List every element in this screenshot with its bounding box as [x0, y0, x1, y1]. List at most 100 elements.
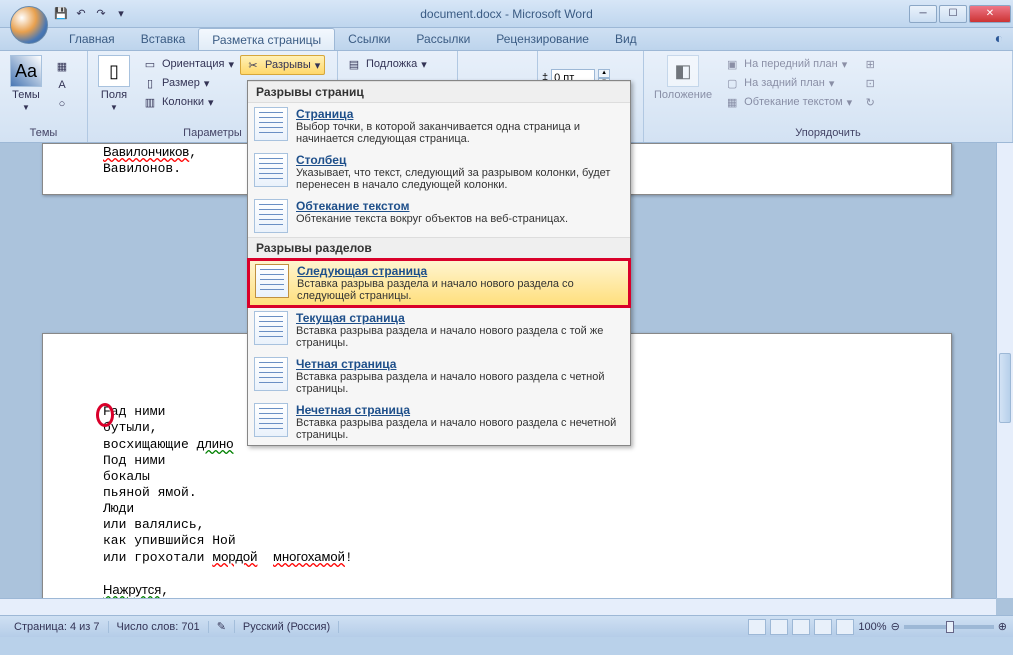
dd-item-continuous[interactable]: Текущая страницаВставка разрыва раздела … — [248, 307, 630, 353]
spin-up[interactable]: ▲ — [598, 69, 610, 78]
view-outline[interactable] — [814, 619, 832, 635]
themes-icon: Aa — [10, 55, 42, 87]
group-themes: Aa Темы ▼ ▦ A ○ Темы — [0, 51, 88, 142]
breaks-icon: ✂ — [245, 57, 261, 73]
scrollbar-thumb[interactable] — [999, 353, 1011, 423]
next-page-section-icon — [255, 264, 289, 298]
group-arrange: ◧ Положение ▣На передний план ▾ ▢На задн… — [644, 51, 1013, 142]
dd-item-even-page[interactable]: Четная страницаВставка разрыва раздела и… — [248, 353, 630, 399]
tab-view[interactable]: Вид — [602, 28, 650, 50]
rotate-icon: ↻ — [862, 94, 878, 110]
view-draft[interactable] — [836, 619, 854, 635]
breaks-dropdown: Разрывы страниц СтраницаВыбор точки, в к… — [247, 80, 631, 446]
dd-item-next-page[interactable]: Следующая страницаВставка разрыва раздел… — [247, 258, 631, 308]
undo-icon[interactable]: ↶ — [72, 5, 90, 23]
status-proofing[interactable]: ✎ — [209, 620, 235, 633]
dd-section-section-breaks: Разрывы разделов — [248, 237, 630, 259]
minimize-button[interactable]: ─ — [909, 5, 937, 23]
colors-icon: ▦ — [54, 58, 70, 74]
quick-access-toolbar: 💾 ↶ ↷ ▾ — [52, 5, 130, 23]
text-wrap-break-icon — [254, 199, 288, 233]
dd-section-page-breaks: Разрывы страниц — [248, 81, 630, 103]
theme-effects-button[interactable]: ○ — [50, 95, 74, 113]
rotate-button: ↻ — [858, 93, 882, 111]
dd-item-text-wrapping[interactable]: Обтекание текстомОбтекание текста вокруг… — [248, 195, 630, 237]
bring-front-button: ▣На передний план ▾ — [720, 55, 856, 73]
save-icon[interactable]: 💾 — [52, 5, 70, 23]
maximize-button[interactable]: ☐ — [939, 5, 967, 23]
orientation-button[interactable]: ▭Ориентация ▾ — [138, 55, 238, 73]
group-label-arrange: Упорядочить — [648, 126, 1008, 140]
tab-insert[interactable]: Вставка — [128, 28, 199, 50]
theme-fonts-button[interactable]: A — [50, 76, 74, 94]
group-label-themes: Темы — [4, 126, 83, 140]
ribbon-tabs: Главная Вставка Разметка страницы Ссылки… — [0, 28, 1013, 51]
tab-mailings[interactable]: Рассылки — [403, 28, 483, 50]
watermark-icon: ▤ — [346, 56, 362, 72]
column-break-icon — [254, 153, 288, 187]
margins-button[interactable]: ▯ Поля ▼ — [92, 53, 136, 114]
themes-button[interactable]: Aa Темы ▼ — [4, 53, 48, 114]
tab-home[interactable]: Главная — [56, 28, 128, 50]
status-bar: Страница: 4 из 7 Число слов: 701 ✎ Русск… — [0, 615, 1013, 637]
window-controls: ─ ☐ ✕ — [909, 5, 1013, 23]
dd-item-column[interactable]: СтолбецУказывает, что текст, следующий з… — [248, 149, 630, 195]
text-wrap-icon: ▦ — [724, 94, 740, 110]
status-page[interactable]: Страница: 4 из 7 — [6, 621, 109, 633]
zoom-out-button[interactable]: ⊖ — [891, 620, 900, 633]
text-wrap-button: ▦Обтекание текстом ▾ — [720, 93, 856, 111]
view-full-screen[interactable] — [770, 619, 788, 635]
odd-page-section-icon — [254, 403, 288, 437]
vertical-scrollbar[interactable] — [996, 143, 1013, 598]
continuous-section-icon — [254, 311, 288, 345]
themes-label: Темы — [12, 89, 40, 101]
title-bar: 💾 ↶ ↷ ▾ document.docx - Microsoft Word ─… — [0, 0, 1013, 28]
columns-icon: ▥ — [142, 94, 158, 110]
size-button[interactable]: ▯Размер ▾ — [138, 74, 238, 92]
effects-icon: ○ — [54, 96, 70, 112]
position-icon: ◧ — [667, 55, 699, 87]
chevron-down-icon: ▼ — [110, 103, 118, 112]
align-icon: ⊞ — [862, 56, 878, 72]
breaks-button[interactable]: ✂Разрывы ▾ — [240, 55, 325, 75]
zoom-thumb[interactable] — [946, 621, 954, 633]
align-button: ⊞ — [858, 55, 882, 73]
close-button[interactable]: ✕ — [969, 5, 1011, 23]
even-page-section-icon — [254, 357, 288, 391]
size-icon: ▯ — [142, 75, 158, 91]
qat-dropdown-icon[interactable]: ▾ — [112, 5, 130, 23]
send-back-button: ▢На задний план ▾ — [720, 74, 856, 92]
tab-review[interactable]: Рецензирование — [483, 28, 602, 50]
page-break-icon — [254, 107, 288, 141]
redo-icon[interactable]: ↷ — [92, 5, 110, 23]
group-objs-button: ⊡ — [858, 74, 882, 92]
window-title: document.docx - Microsoft Word — [420, 7, 593, 21]
position-button[interactable]: ◧ Положение — [648, 53, 718, 103]
columns-button[interactable]: ▥Колонки ▾ — [138, 93, 238, 111]
cursor-highlight — [96, 403, 114, 427]
theme-colors-button[interactable]: ▦ — [50, 57, 74, 75]
zoom-in-button[interactable]: ⊕ — [998, 620, 1007, 633]
view-web-layout[interactable] — [792, 619, 810, 635]
zoom-slider[interactable] — [904, 625, 994, 629]
margins-icon: ▯ — [98, 55, 130, 87]
tab-page-layout[interactable]: Разметка страницы — [198, 28, 335, 50]
status-word-count[interactable]: Число слов: 701 — [109, 621, 209, 633]
orientation-icon: ▭ — [142, 56, 158, 72]
dd-item-odd-page[interactable]: Нечетная страницаВставка разрыва раздела… — [248, 399, 630, 445]
horizontal-scrollbar[interactable] — [0, 598, 996, 615]
fonts-icon: A — [54, 77, 70, 93]
bring-front-icon: ▣ — [724, 56, 740, 72]
dd-item-page[interactable]: СтраницаВыбор точки, в которой заканчива… — [248, 103, 630, 149]
zoom-level[interactable]: 100% — [858, 621, 886, 633]
margins-label: Поля — [101, 89, 127, 101]
office-button[interactable] — [10, 6, 48, 44]
position-label: Положение — [654, 89, 712, 101]
group-icon: ⊡ — [862, 75, 878, 91]
send-back-icon: ▢ — [724, 75, 740, 91]
watermark-button[interactable]: ▤Подложка ▾ — [342, 55, 431, 73]
view-print-layout[interactable] — [748, 619, 766, 635]
status-language[interactable]: Русский (Россия) — [235, 621, 339, 633]
help-icon[interactable]: ◐ — [989, 28, 1009, 48]
tab-references[interactable]: Ссылки — [335, 28, 403, 50]
